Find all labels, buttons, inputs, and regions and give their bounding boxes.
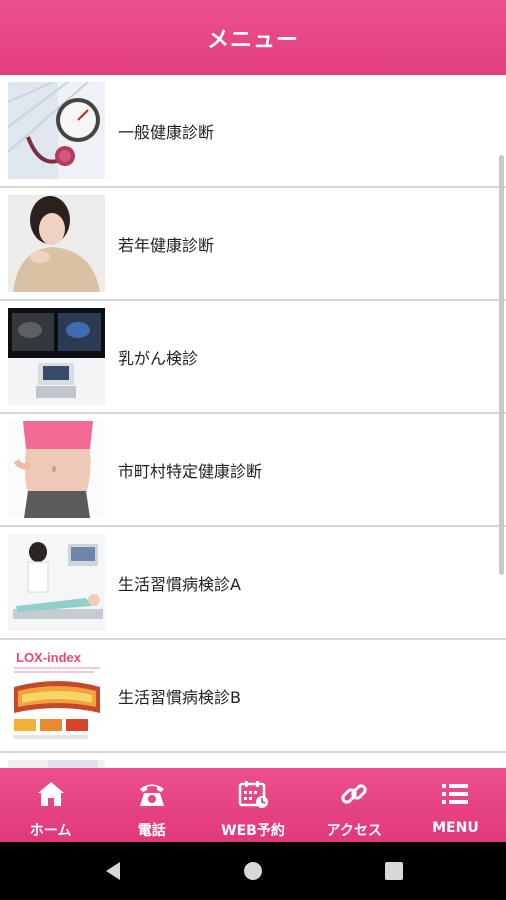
tab-label: WEB予約 <box>221 823 285 839</box>
home-icon <box>37 782 64 806</box>
tab-access[interactable]: アクセス <box>304 768 405 842</box>
menu-list[interactable]: 一般健康診断 若年健康診断 乳がん検診 市町村特定健康診断 生活習慣病検診A L… <box>0 75 506 768</box>
tab-label: アクセス <box>326 823 382 839</box>
menu-item-lifestyle-a[interactable]: 生活習慣病検診A <box>0 527 506 640</box>
tab-phone[interactable]: 電話 <box>101 768 202 842</box>
menu-item-young-checkup[interactable]: 若年健康診断 <box>0 188 506 301</box>
menu-item-general-checkup[interactable]: 一般健康診断 <box>0 75 506 188</box>
menu-item-municipal-checkup[interactable]: 市町村特定健康診断 <box>0 414 506 527</box>
bottom-tab-bar: ホーム 電話 WEB予約 アクセス MENU <box>0 768 506 842</box>
menu-item-label: 乳がん検診 <box>118 348 199 368</box>
lox-index-image: LOX-index <box>8 647 105 744</box>
menu-item-partial[interactable] <box>0 753 506 768</box>
menu-item-label: 若年健康診断 <box>118 235 215 255</box>
calendar-icon <box>238 781 268 808</box>
menu-item-breast-cancer[interactable]: 乳がん検診 <box>0 301 506 414</box>
tab-label: ホーム <box>29 823 72 839</box>
menu-item-label: 市町村特定健康診断 <box>118 461 263 481</box>
partial-image <box>8 760 105 768</box>
page-title: メニュー <box>206 27 299 53</box>
tab-label: 電話 <box>137 823 166 839</box>
list-icon <box>442 784 469 804</box>
tab-menu[interactable]: MENU <box>405 768 506 842</box>
tab-label: MENU <box>432 820 479 836</box>
medical-exam-image <box>8 534 105 631</box>
stethoscope-image <box>8 82 105 179</box>
menu-item-label: 生活習慣病検診B <box>118 687 241 707</box>
back-icon[interactable] <box>102 860 124 882</box>
tab-home[interactable]: ホーム <box>0 768 101 842</box>
scrollbar[interactable] <box>499 155 504 575</box>
home-circle-icon[interactable] <box>242 860 264 882</box>
recents-icon[interactable] <box>383 860 405 882</box>
phone-icon <box>139 784 164 806</box>
menu-item-label: 一般健康診断 <box>118 122 215 142</box>
menu-item-lifestyle-b[interactable]: LOX-index 生活習慣病検診B <box>0 640 506 753</box>
system-nav-bar <box>0 842 506 900</box>
tab-web-reservation[interactable]: WEB予約 <box>202 768 303 842</box>
link-icon <box>341 784 367 804</box>
menu-item-label: 生活習慣病検診A <box>118 574 241 594</box>
app-header: メニュー <box>0 0 506 75</box>
waist-measure-image <box>8 421 105 518</box>
ultrasound-image <box>8 308 105 405</box>
woman-thinking-image <box>8 195 105 292</box>
lox-index-text: LOX-index <box>16 650 82 665</box>
